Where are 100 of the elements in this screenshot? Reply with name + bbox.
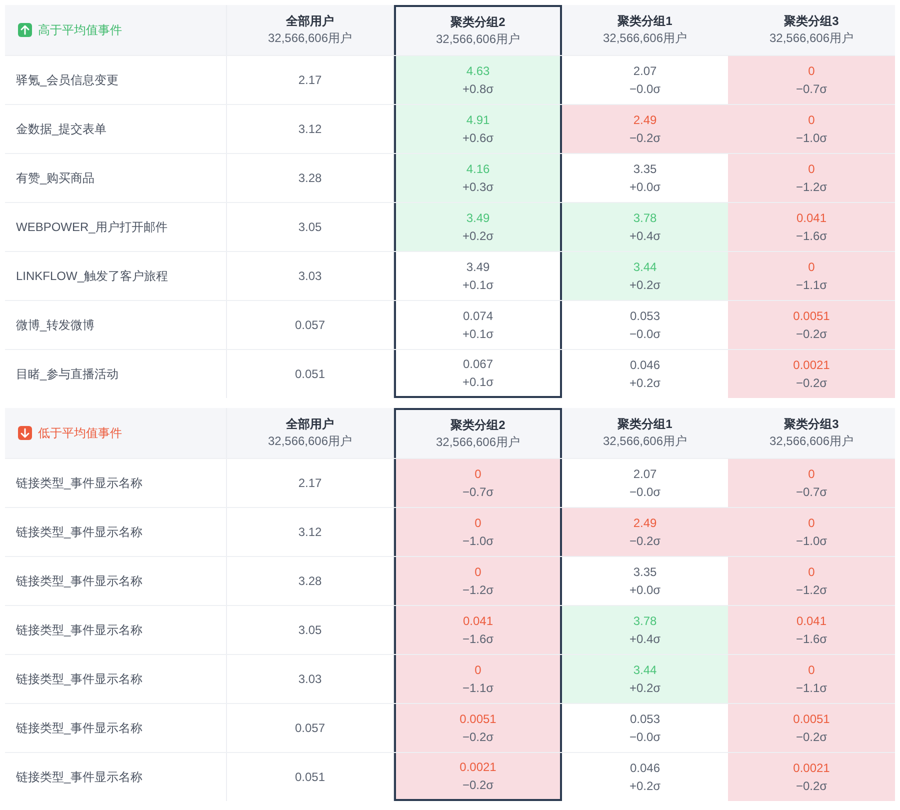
sigma-value: −1.1σ bbox=[462, 680, 494, 697]
user-count: 32,566,606用户 bbox=[769, 433, 854, 450]
sigma-value: +0.0σ bbox=[629, 582, 661, 599]
metric-value: 0.0051 bbox=[793, 711, 830, 728]
metric-value: 0.053 bbox=[630, 711, 660, 728]
metric-value: 0.057 bbox=[294, 720, 326, 737]
metric-value: 0.046 bbox=[630, 760, 660, 777]
sigma-value: +0.1σ bbox=[462, 374, 494, 391]
metric-value: 2.49 bbox=[633, 515, 657, 532]
metric-value: 0 bbox=[808, 564, 815, 581]
sigma-value: −0.7σ bbox=[462, 484, 494, 501]
metric-value: 0.074 bbox=[462, 308, 494, 325]
metric-value: 3.05 bbox=[298, 622, 322, 639]
sigma-value: −0.0σ bbox=[629, 326, 661, 343]
metric-value: 3.12 bbox=[298, 121, 322, 138]
user-count: 32,566,606用户 bbox=[436, 31, 520, 48]
metric-value: 3.12 bbox=[298, 524, 322, 541]
metric-value: 0.041 bbox=[796, 613, 827, 630]
sigma-value: −0.0σ bbox=[629, 484, 661, 501]
sigma-value: −1.0σ bbox=[462, 533, 494, 550]
sigma-value: −0.2σ bbox=[796, 375, 828, 392]
sigma-value: −0.2σ bbox=[629, 533, 661, 550]
sigma-value: −0.2σ bbox=[796, 729, 828, 746]
metric-value: 3.28 bbox=[298, 170, 322, 187]
metric-value: 3.28 bbox=[298, 573, 322, 590]
metric-value: 0 bbox=[808, 259, 815, 276]
sigma-value: +0.2σ bbox=[462, 228, 494, 245]
sigma-value: −1.2σ bbox=[796, 582, 828, 599]
user-count: 32,566,606用户 bbox=[268, 30, 352, 47]
metric-value: 3.78 bbox=[633, 210, 657, 227]
sigma-value: +0.3σ bbox=[462, 179, 494, 196]
metric-value: 3.35 bbox=[633, 161, 657, 178]
sigma-value: −0.7σ bbox=[796, 484, 828, 501]
metric-value: 2.17 bbox=[298, 475, 322, 492]
metric-value: 3.03 bbox=[298, 268, 322, 285]
metric-value: 4.16 bbox=[466, 161, 490, 178]
column-title: 聚类分组1 bbox=[618, 13, 672, 30]
sigma-value: +0.2σ bbox=[629, 277, 661, 294]
metric-value: 0.053 bbox=[630, 308, 660, 325]
user-count: 32,566,606用户 bbox=[436, 434, 520, 451]
metric-value: 0 bbox=[808, 161, 815, 178]
metric-value: 0.0021 bbox=[793, 357, 830, 374]
user-count: 32,566,606用户 bbox=[268, 433, 352, 450]
sigma-value: +0.1σ bbox=[462, 277, 494, 294]
sigma-value: +0.4σ bbox=[629, 631, 661, 648]
metric-value: 0 bbox=[808, 466, 815, 483]
metric-value: 0 bbox=[474, 515, 482, 532]
column-title: 全部用户 bbox=[286, 416, 334, 433]
sigma-value: −0.2σ bbox=[462, 777, 494, 794]
metric-value: 3.49 bbox=[466, 210, 490, 227]
sigma-value: +0.4σ bbox=[629, 228, 661, 245]
metric-value: 0.057 bbox=[294, 317, 326, 334]
metric-value: 3.44 bbox=[633, 662, 657, 679]
column-title: 聚类分组1 bbox=[618, 416, 672, 433]
metric-value: 3.35 bbox=[633, 564, 657, 581]
sigma-value: −1.6σ bbox=[796, 631, 828, 648]
metric-value: 0 bbox=[808, 63, 815, 80]
metric-value: 2.07 bbox=[633, 63, 657, 80]
metric-value: 0.0051 bbox=[460, 711, 496, 728]
metric-value: 0.051 bbox=[294, 769, 326, 786]
column-title: 聚类分组2 bbox=[450, 14, 506, 31]
sigma-value: −0.0σ bbox=[629, 729, 661, 746]
metric-value: 0.046 bbox=[630, 357, 660, 374]
metric-value: 3.03 bbox=[298, 671, 322, 688]
metric-value: 0.041 bbox=[462, 613, 494, 630]
sigma-value: −1.2σ bbox=[796, 179, 828, 196]
metric-value: 0.0051 bbox=[793, 308, 830, 325]
metric-value: 0.0021 bbox=[460, 759, 496, 776]
sigma-value: +0.6σ bbox=[462, 130, 494, 147]
sigma-value: +0.2σ bbox=[629, 680, 661, 697]
sigma-value: −0.2σ bbox=[462, 729, 494, 746]
user-count: 32,566,606用户 bbox=[602, 433, 688, 450]
sigma-value: −0.2σ bbox=[796, 778, 828, 795]
metric-value: 0.0021 bbox=[793, 760, 830, 777]
user-count: 32,566,606用户 bbox=[602, 30, 688, 47]
metric-value: 2.07 bbox=[633, 466, 657, 483]
sigma-value: −1.6σ bbox=[462, 631, 494, 648]
metric-value: 2.17 bbox=[298, 72, 322, 89]
sigma-value: +0.2σ bbox=[629, 375, 661, 392]
metric-value: 3.44 bbox=[633, 259, 657, 276]
section-title: 低于平均值事件 bbox=[38, 425, 122, 442]
sigma-value: −1.1σ bbox=[796, 277, 828, 294]
sigma-value: +0.2σ bbox=[629, 778, 661, 795]
metric-value: 0 bbox=[808, 662, 815, 679]
metric-value: 0 bbox=[808, 112, 815, 129]
user-count: 32,566,606用户 bbox=[769, 30, 854, 47]
metric-value: 2.49 bbox=[633, 112, 657, 129]
column-title: 全部用户 bbox=[286, 13, 334, 30]
metric-value: 4.63 bbox=[466, 63, 490, 80]
column-title: 聚类分组3 bbox=[784, 416, 839, 433]
sigma-value: −1.1σ bbox=[796, 680, 828, 697]
metric-value: 3.05 bbox=[298, 219, 322, 236]
sigma-value: −1.0σ bbox=[796, 533, 828, 550]
metric-value: 3.49 bbox=[466, 259, 490, 276]
sigma-value: +0.1σ bbox=[462, 326, 494, 343]
metric-value: 0.051 bbox=[294, 366, 326, 383]
metric-value: 3.78 bbox=[633, 613, 657, 630]
metric-value: 0 bbox=[474, 466, 482, 483]
sigma-value: −0.0σ bbox=[629, 81, 661, 98]
sigma-value: +0.8σ bbox=[462, 81, 494, 98]
